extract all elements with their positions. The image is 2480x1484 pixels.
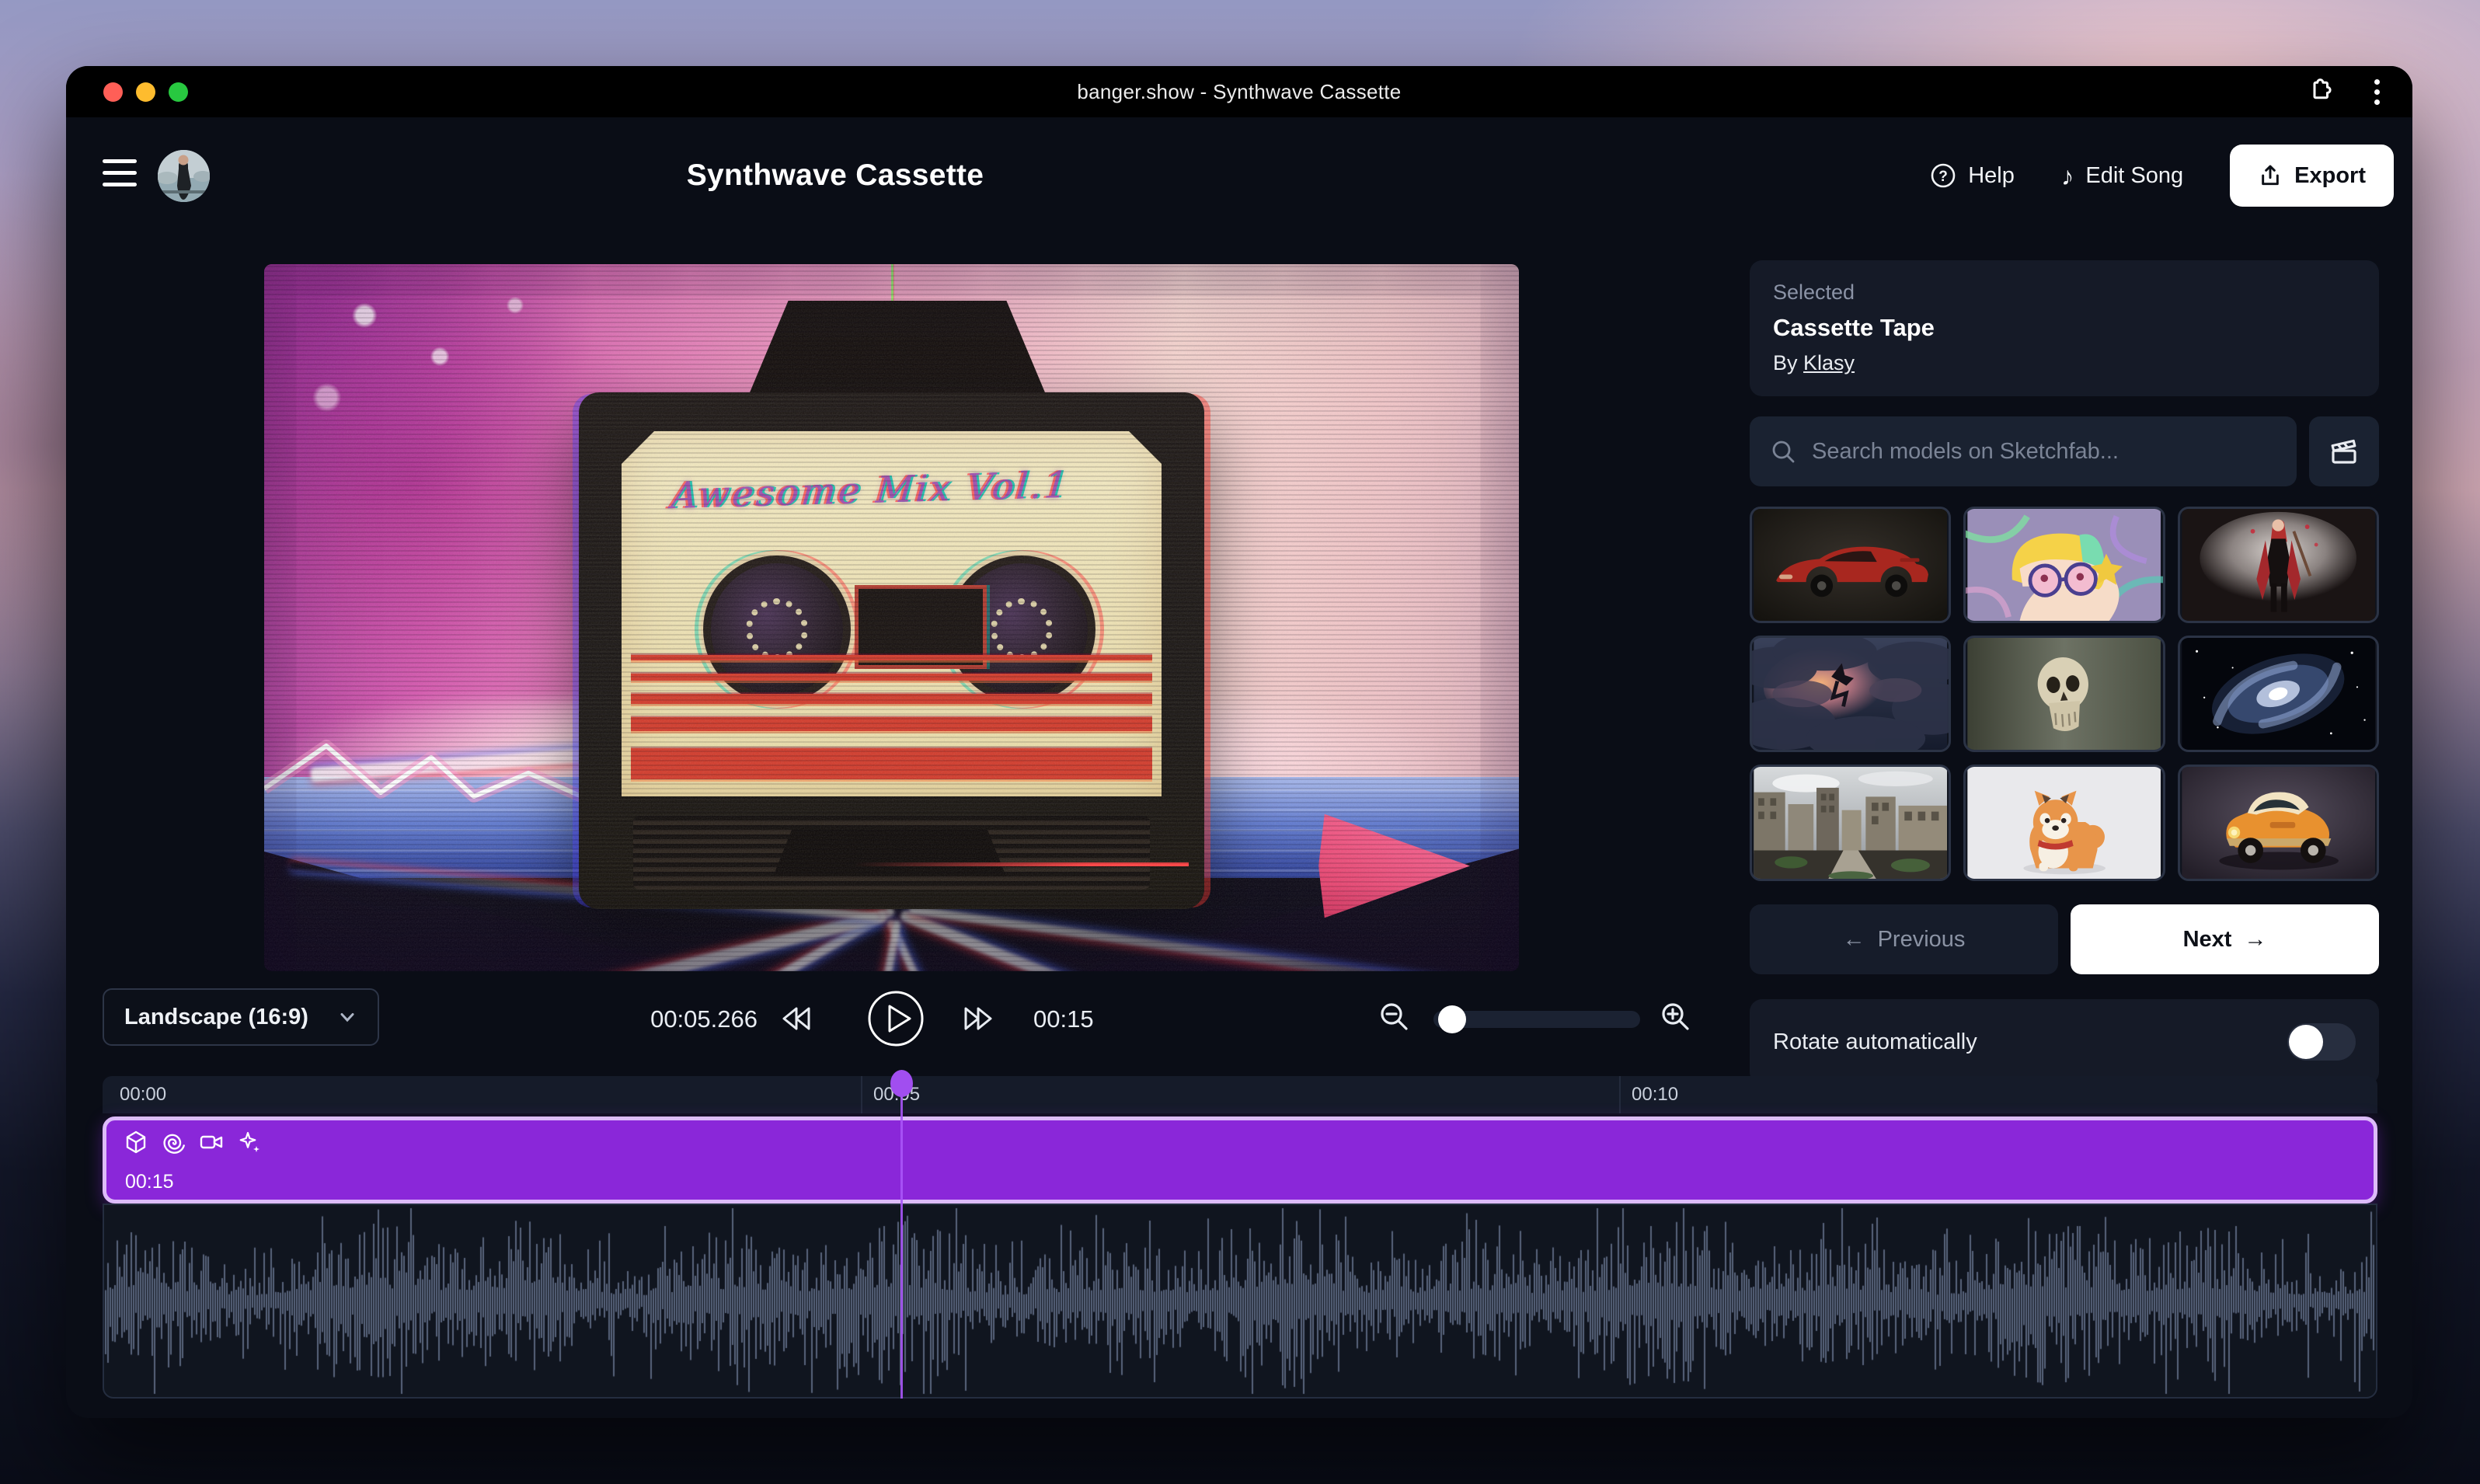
search-placeholder: Search models on Sketchfab... bbox=[1812, 439, 2119, 465]
model-thumb-skull[interactable] bbox=[1963, 636, 2165, 752]
audio-waveform-track[interactable] bbox=[103, 1204, 2377, 1399]
previous-page-button[interactable]: ← Previous bbox=[1750, 904, 2058, 974]
model-thumb-anime-girl[interactable] bbox=[1963, 507, 2165, 623]
model-thumb-spiral-galaxy[interactable] bbox=[2178, 636, 2379, 752]
neon-zigzag bbox=[264, 715, 590, 855]
rotate-setting-card: Rotate automatically bbox=[1750, 999, 2379, 1085]
video-clip[interactable]: 00:15 bbox=[103, 1116, 2377, 1204]
timeline-ruler[interactable]: 00:00 00:05 00:10 bbox=[103, 1076, 2377, 1113]
selected-heading: Selected bbox=[1773, 280, 2356, 305]
next-page-button[interactable]: Next → bbox=[2071, 904, 2379, 974]
zoom-out-button[interactable] bbox=[1376, 998, 1413, 1040]
clip-duration-label: 00:15 bbox=[125, 1171, 174, 1193]
app-header: Synthwave Cassette ? Help ♪ Edit Song Ex… bbox=[66, 117, 2412, 234]
clapperboard-icon bbox=[2328, 435, 2360, 468]
search-icon bbox=[1770, 438, 1796, 465]
zoom-in-button[interactable] bbox=[1657, 998, 1695, 1040]
sparkles-icon bbox=[237, 1130, 262, 1155]
model-thumb-shiba-dog[interactable] bbox=[1963, 765, 2165, 881]
arrow-left-icon: ← bbox=[1843, 927, 1865, 953]
rotate-automatically-label: Rotate automatically bbox=[1773, 1029, 1977, 1055]
cube-3d-icon bbox=[124, 1130, 148, 1155]
tick-label: 00:00 bbox=[120, 1084, 166, 1106]
cassette-tape-model[interactable]: Awesome Mix Vol.1 bbox=[579, 392, 1204, 909]
avatar[interactable] bbox=[158, 150, 210, 202]
audio-waveform bbox=[104, 1205, 2376, 1397]
rewind-button[interactable] bbox=[778, 1001, 813, 1040]
timeline: 00:00 00:05 00:10 00:15 bbox=[103, 1076, 2377, 1399]
model-thumb-abandoned-city[interactable] bbox=[1750, 765, 1951, 881]
chevron-down-icon bbox=[337, 1007, 357, 1027]
help-question-icon: ? bbox=[1930, 162, 1956, 189]
timeline-zoom-slider[interactable] bbox=[1433, 1011, 1640, 1028]
toggle-knob bbox=[2289, 1025, 2323, 1059]
play-button[interactable] bbox=[866, 989, 925, 1048]
model-grid bbox=[1750, 507, 2379, 881]
svg-text:?: ? bbox=[1938, 169, 1948, 185]
project-title: Synthwave Cassette bbox=[610, 117, 1061, 234]
model-thumb-storm-clouds[interactable] bbox=[1750, 636, 1951, 752]
model-sidebar: Selected Cassette Tape By Klasy Search m… bbox=[1750, 260, 2379, 1085]
video-camera-icon bbox=[198, 1130, 225, 1155]
aspect-ratio-dropdown[interactable]: Landscape (16:9) bbox=[103, 988, 379, 1046]
selected-model-name: Cassette Tape bbox=[1773, 314, 2356, 342]
model-thumb-dark-fantasy-figure[interactable] bbox=[2178, 507, 2379, 623]
model-thumb-red-sports-car[interactable] bbox=[1750, 507, 1951, 623]
music-note-icon: ♪ bbox=[2061, 163, 2074, 189]
author-link[interactable]: Klasy bbox=[1803, 351, 1855, 374]
fast-forward-button[interactable] bbox=[961, 1001, 997, 1040]
selected-model-author: By Klasy bbox=[1773, 351, 2356, 375]
help-button[interactable]: ? Help bbox=[1930, 162, 2015, 189]
current-time: 00:05.266 bbox=[540, 1005, 758, 1033]
cassette-handwritten-label: Awesome Mix Vol.1 bbox=[670, 462, 1123, 517]
browser-menu-kebab-icon[interactable] bbox=[2374, 79, 2380, 105]
extensions-puzzle-icon[interactable] bbox=[2308, 76, 2335, 108]
model-viewer-canvas[interactable]: Awesome Mix Vol.1 bbox=[264, 264, 1519, 971]
red-arrow-line bbox=[855, 862, 1189, 866]
arrow-right-icon: → bbox=[2244, 927, 2266, 953]
playhead-handle[interactable] bbox=[890, 1070, 913, 1097]
tick-label: 00:10 bbox=[1632, 1084, 1678, 1106]
window-title: banger.show - Synthwave Cassette bbox=[66, 66, 2412, 117]
clapperboard-button[interactable] bbox=[2309, 416, 2379, 486]
model-search-input[interactable]: Search models on Sketchfab... bbox=[1750, 416, 2297, 486]
rotate-automatically-toggle[interactable] bbox=[2287, 1023, 2356, 1061]
selected-model-card: Selected Cassette Tape By Klasy bbox=[1750, 260, 2379, 396]
export-button[interactable]: Export bbox=[2230, 145, 2394, 207]
titlebar: banger.show - Synthwave Cassette bbox=[66, 66, 2412, 117]
spiral-icon bbox=[161, 1130, 186, 1155]
share-export-icon bbox=[2258, 163, 2283, 188]
app-window: banger.show - Synthwave Cassette Synthwa… bbox=[66, 66, 2412, 1418]
model-thumb-orange-vintage-car[interactable] bbox=[2178, 765, 2379, 881]
zoom-slider-knob[interactable] bbox=[1438, 1005, 1466, 1033]
edit-song-button[interactable]: ♪ Edit Song bbox=[2061, 163, 2183, 189]
total-duration: 00:15 bbox=[1033, 1005, 1094, 1033]
cassette-reel-left bbox=[703, 556, 851, 703]
hamburger-menu-icon[interactable] bbox=[103, 159, 137, 186]
